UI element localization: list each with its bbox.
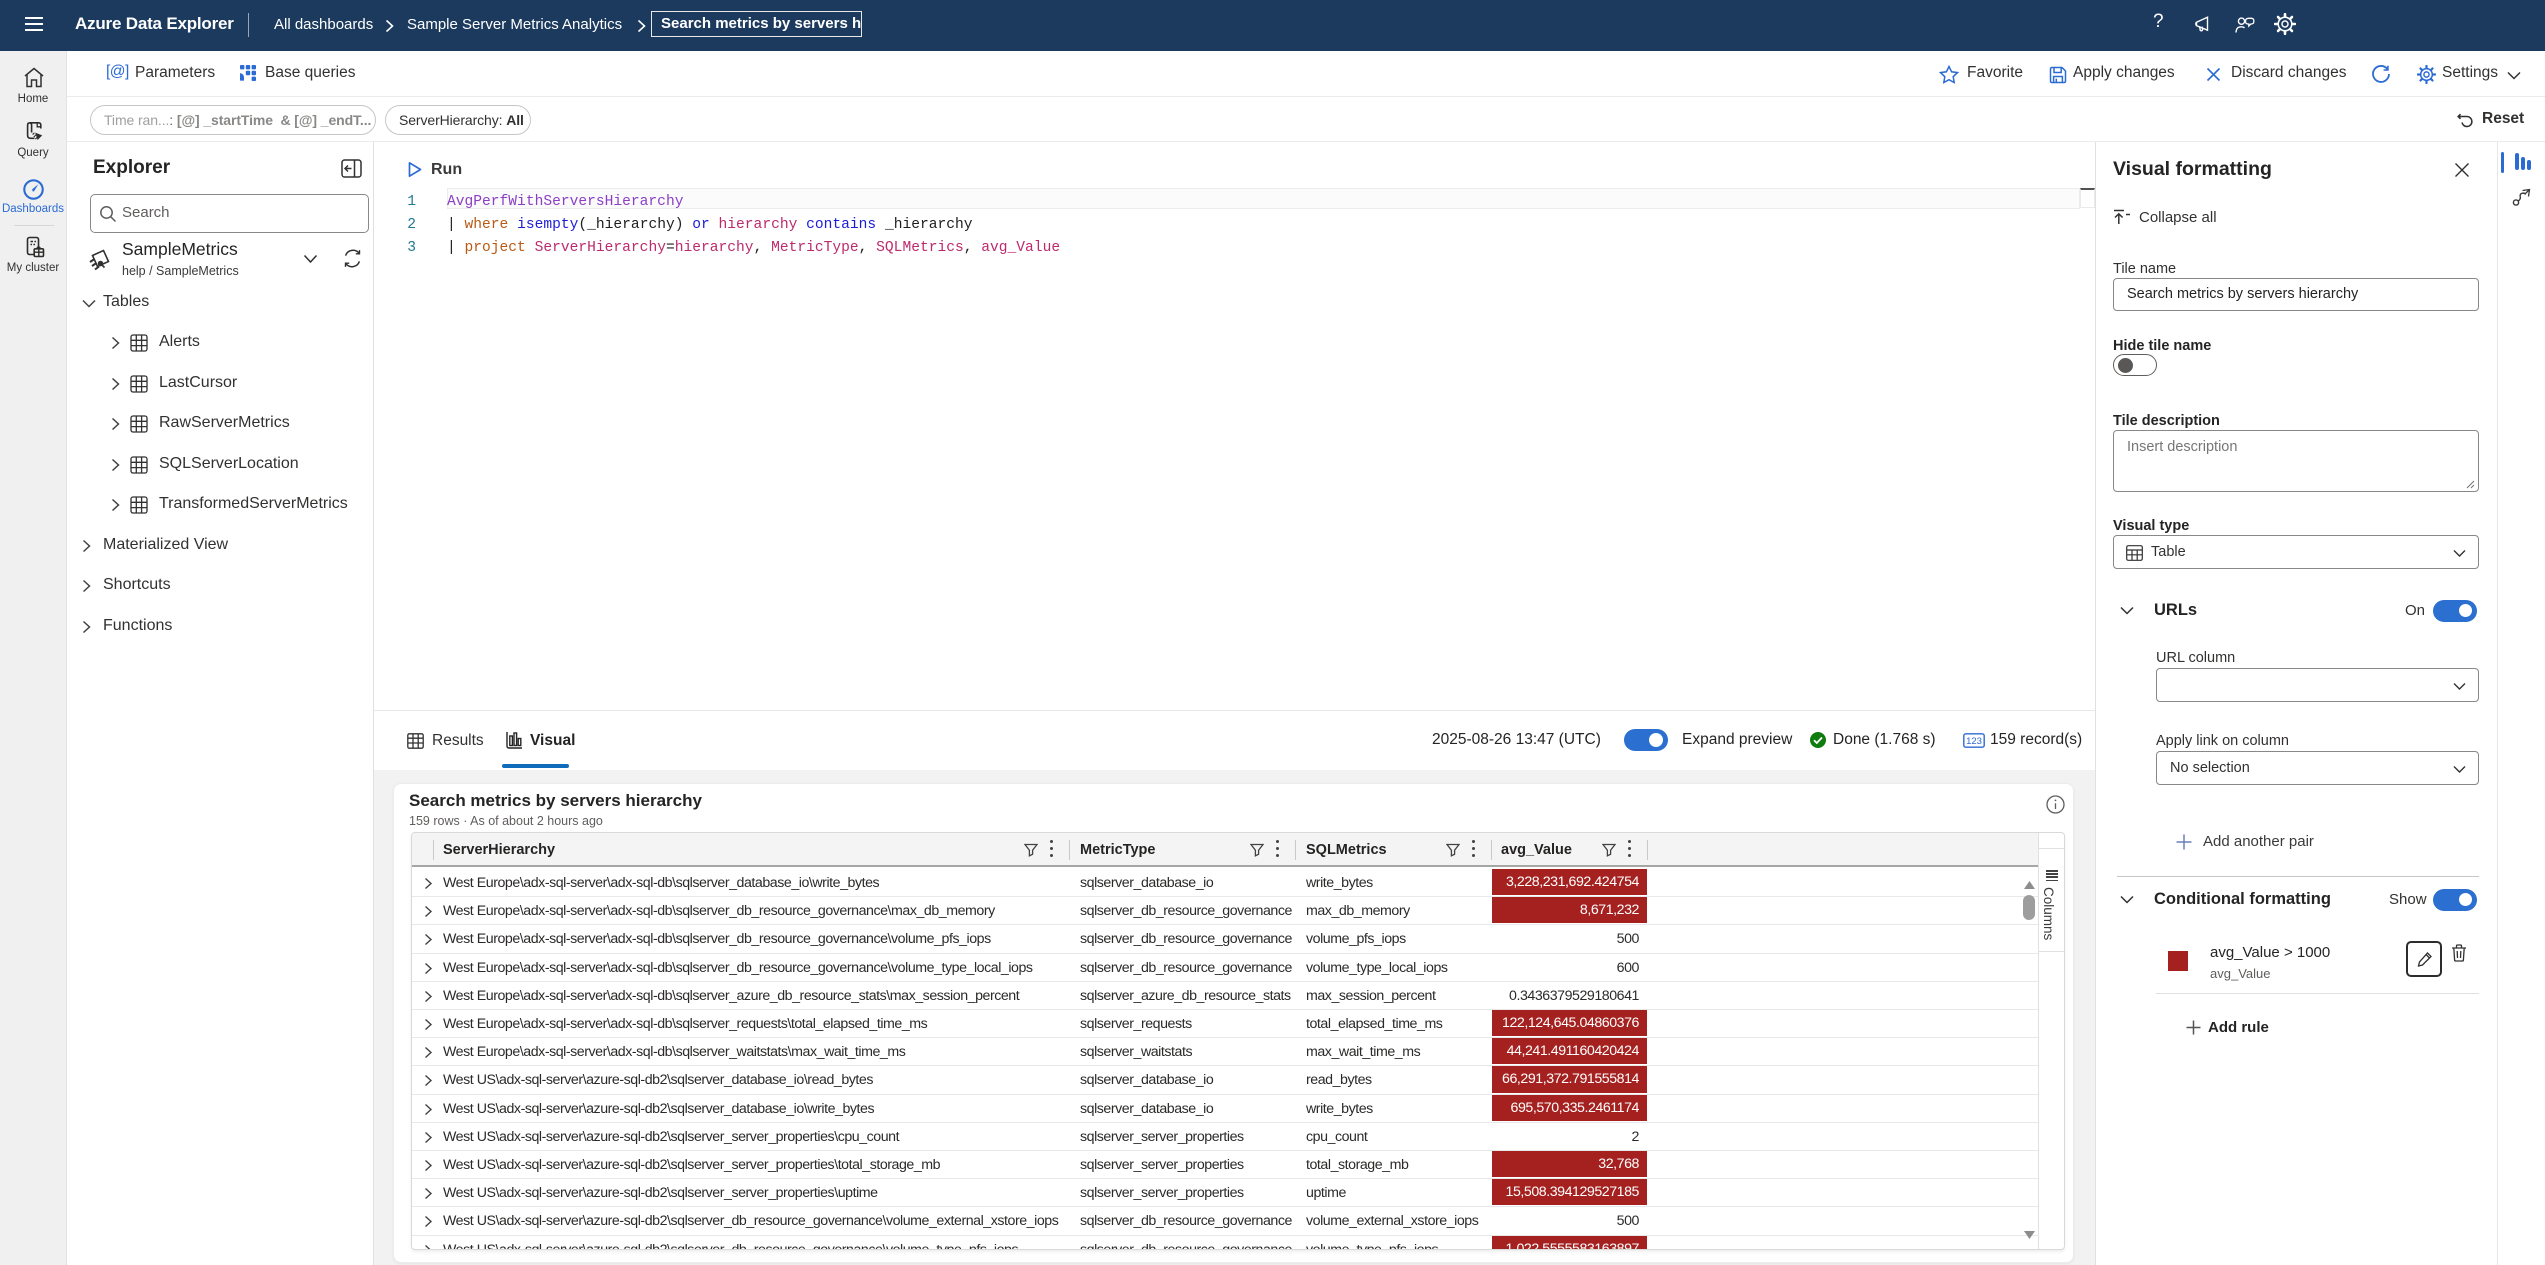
svg-text:123: 123	[1966, 736, 1982, 747]
